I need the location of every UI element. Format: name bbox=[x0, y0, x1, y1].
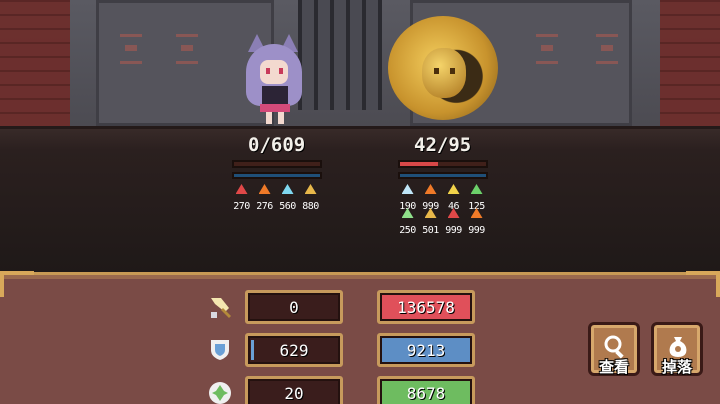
defense-gauge bbox=[251, 340, 254, 360]
attack-current-box: 0 bbox=[245, 290, 343, 324]
wall-ornament bbox=[596, 34, 618, 64]
stat-value: 999 bbox=[445, 225, 462, 236]
hero-sprite[interactable] bbox=[232, 30, 316, 126]
fire-icon bbox=[424, 184, 437, 194]
inspect-button[interactable]: 查看 bbox=[588, 322, 640, 376]
stat-item: 250 bbox=[396, 208, 419, 237]
fire-icon bbox=[258, 184, 271, 194]
lightning-icon bbox=[447, 184, 460, 194]
hero-stat-row: 270 276 560 880 bbox=[230, 184, 322, 213]
brick-wall-left bbox=[0, 0, 70, 126]
boot-icon bbox=[304, 184, 317, 194]
battle-scene: 0/609 270 276 560 880 42/95 190 999 46 125 250… bbox=[0, 0, 720, 272]
attack-current-value: 0 bbox=[289, 297, 299, 317]
boss-stat-row: 250 501 999 999 bbox=[396, 208, 488, 237]
defense-current-box: 629 bbox=[245, 333, 343, 367]
wall-ornament bbox=[176, 34, 198, 64]
boss-sprite[interactable] bbox=[384, 10, 502, 122]
panel-corner-ornament bbox=[686, 271, 720, 297]
stat-item: 999 bbox=[465, 208, 488, 237]
floor-edge bbox=[0, 126, 720, 129]
stat-value: 276 bbox=[256, 201, 273, 212]
hero-shield-bar bbox=[232, 172, 322, 179]
crit-icon bbox=[447, 208, 460, 218]
hero-hp-text: 0/609 bbox=[248, 134, 306, 156]
defense-current-value: 629 bbox=[279, 340, 309, 360]
boss-hp-bar bbox=[398, 160, 488, 168]
stat-item: 880 bbox=[299, 184, 322, 213]
brick-wall-right bbox=[660, 0, 720, 126]
attack-icon bbox=[235, 184, 248, 194]
stat-value: 999 bbox=[468, 225, 485, 236]
shield-icon bbox=[211, 340, 229, 360]
poison-icon bbox=[470, 184, 483, 194]
stat-value: 880 bbox=[302, 201, 319, 212]
stat-item: 999 bbox=[442, 208, 465, 237]
boss-shield-bar bbox=[398, 172, 488, 179]
luck-max-box: 8678 bbox=[377, 376, 475, 404]
boot-icon bbox=[424, 208, 437, 218]
stat-value: 560 bbox=[279, 201, 296, 212]
wall-ornament bbox=[120, 34, 142, 64]
attack-max-box: 136578 bbox=[377, 290, 475, 324]
stat-value: 250 bbox=[399, 225, 416, 236]
panel-corner-ornament bbox=[0, 271, 34, 297]
defense-max-box: 9213 bbox=[377, 333, 475, 367]
defense-max-value: 9213 bbox=[406, 340, 446, 360]
stat-item: 501 bbox=[419, 208, 442, 237]
clover-icon bbox=[209, 382, 231, 404]
ice-icon bbox=[281, 184, 294, 194]
luck-current-box: 20 bbox=[245, 376, 343, 404]
attack-max-value: 136578 bbox=[397, 297, 455, 317]
wall-ornament bbox=[536, 34, 558, 64]
drops-button-label: 掉落 bbox=[661, 358, 692, 376]
heal-icon bbox=[401, 208, 414, 218]
luck-max-value: 8678 bbox=[406, 383, 446, 403]
stat-item: 276 bbox=[253, 184, 276, 213]
ice-block-icon bbox=[401, 184, 414, 194]
stat-value: 501 bbox=[422, 225, 439, 236]
drops-button[interactable]: 掉落 bbox=[651, 322, 703, 376]
luck-current-value: 20 bbox=[284, 383, 304, 403]
stat-item: 270 bbox=[230, 184, 253, 213]
inspect-button-label: 查看 bbox=[598, 358, 629, 376]
stat-item: 560 bbox=[276, 184, 299, 213]
fire-icon bbox=[470, 208, 483, 218]
stat-value: 270 bbox=[233, 201, 250, 212]
hero-hp-bar bbox=[232, 160, 322, 168]
sword-icon bbox=[211, 298, 231, 318]
boss-hp-text: 42/95 bbox=[414, 134, 472, 156]
